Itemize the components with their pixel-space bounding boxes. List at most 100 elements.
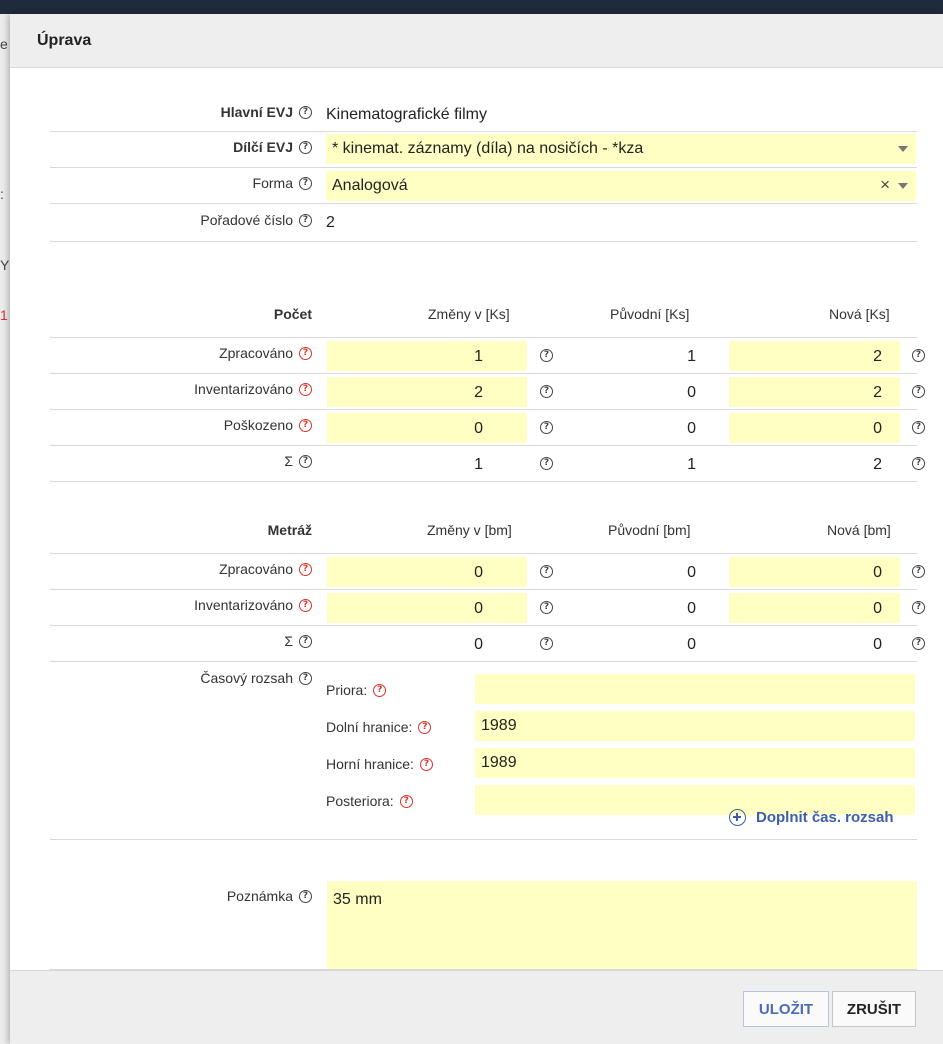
add-time-range-button[interactable]: Doplnit čas. rozsah [729, 809, 894, 826]
help-icon[interactable]: ? [912, 385, 925, 398]
help-icon[interactable]: ? [299, 889, 312, 903]
change-input[interactable] [327, 593, 527, 623]
label-text: Inventarizováno [194, 597, 293, 613]
help-icon[interactable]: ? [299, 418, 312, 432]
dilci-evj-select[interactable]: * kinemat. záznamy (díla) na nosičích - … [326, 134, 916, 164]
metraz-row-sum: Σ? 0 ? 0 0 ? [50, 626, 925, 662]
pocet-col-original: Původní [Ks] [610, 306, 690, 322]
help-icon[interactable]: ? [299, 105, 312, 119]
label-text: Posteriora: [326, 793, 394, 809]
label-text: Metráž [267, 522, 312, 538]
background-char: : [0, 186, 4, 202]
help-icon[interactable]: ? [419, 757, 433, 771]
change-value: 0 [474, 636, 483, 653]
new-value: 2 [873, 348, 882, 365]
posteriora-label: Posteriora:? [326, 793, 413, 809]
help-icon[interactable]: ? [299, 562, 312, 576]
change-value: 0 [474, 564, 483, 581]
chevron-down-icon[interactable] [898, 183, 908, 189]
dolni-hranice-label: Dolní hranice:? [326, 719, 432, 735]
row-label: Inventarizováno? [194, 381, 312, 397]
new-value: 2 [873, 456, 882, 473]
help-icon[interactable]: ? [299, 382, 312, 396]
label-text: Zpracováno [219, 561, 293, 577]
forma-selected-value: Analogová [332, 177, 408, 194]
help-icon[interactable]: ? [299, 176, 312, 190]
label-text: Poškozeno [223, 417, 293, 433]
change-value: 1 [474, 348, 483, 365]
help-icon[interactable]: ? [399, 794, 413, 808]
metraz-col-changes: Změny v [bm] [427, 522, 512, 538]
change-value: 0 [474, 600, 483, 617]
dolni-hranice-input[interactable]: 1989 [475, 711, 915, 741]
row-forma: Forma ? Analogová × [50, 168, 917, 204]
help-icon[interactable]: ? [540, 457, 553, 470]
original-value: 0 [687, 420, 696, 437]
help-icon[interactable]: ? [299, 454, 312, 468]
pocet-row-zpracovano: Zpracováno? 1 ? 1 2 ? [50, 338, 925, 374]
change-input[interactable] [327, 377, 527, 407]
row-hlavni-evj: Hlavní EVJ ? Kinematografické filmy [50, 98, 917, 132]
horni-hranice-label: Horní hranice:? [326, 756, 433, 772]
horni-hranice-input[interactable]: 1989 [475, 748, 915, 778]
help-icon[interactable]: ? [299, 634, 312, 648]
background-char: e [0, 36, 8, 52]
help-icon[interactable]: ? [299, 671, 312, 685]
dialog-header: Úprava [10, 14, 943, 68]
change-input[interactable] [327, 341, 527, 371]
label-text: Dílčí EVJ [233, 139, 293, 155]
new-value: 2 [873, 384, 882, 401]
help-icon[interactable]: ? [540, 421, 553, 434]
metraz-header-row: Metráž Změny v [bm] Původní [bm] Nová [b… [50, 518, 917, 554]
change-input[interactable] [327, 413, 527, 443]
row-label: Poškozeno? [224, 417, 312, 433]
help-icon[interactable]: ? [912, 601, 925, 614]
new-value: 0 [873, 600, 882, 617]
label-text: Hlavní EVJ [220, 104, 293, 120]
change-value: 0 [474, 420, 483, 437]
change-input[interactable] [327, 557, 527, 587]
help-icon[interactable]: ? [418, 720, 432, 734]
hlavni-evj-value: Kinematografické filmy [326, 106, 487, 123]
help-icon[interactable]: ? [912, 565, 925, 578]
help-icon[interactable]: ? [540, 349, 553, 362]
pocet-col-changes: Změny v [Ks] [428, 306, 510, 322]
original-value: 0 [687, 636, 696, 653]
label-text: Forma [252, 175, 293, 191]
original-value: 0 [687, 564, 696, 581]
priora-input[interactable] [475, 674, 915, 704]
poradove-cislo-label: Pořadové číslo ? [200, 212, 312, 228]
forma-select[interactable]: Analogová × [326, 171, 916, 201]
help-icon[interactable]: ? [299, 346, 312, 360]
chevron-down-icon[interactable] [898, 146, 908, 152]
label-text: Počet [273, 306, 312, 322]
background-char: Y [0, 257, 10, 273]
poradove-cislo-value: 2 [326, 214, 335, 231]
help-icon[interactable]: ? [912, 421, 925, 434]
help-icon[interactable]: ? [540, 385, 553, 398]
new-value: 0 [873, 564, 882, 581]
clear-icon[interactable]: × [880, 175, 890, 195]
help-icon[interactable]: ? [912, 349, 925, 362]
label-text: Dolní hranice: [326, 719, 413, 735]
help-icon[interactable]: ? [540, 565, 553, 578]
background-left-strip: e : Y 1 [0, 14, 10, 1044]
row-dilci-evj: Dílčí EVJ ? * kinemat. záznamy (díla) na… [50, 132, 917, 168]
cancel-button[interactable]: ZRUŠIT [832, 991, 916, 1027]
background-char: 1 [0, 307, 8, 323]
help-icon[interactable]: ? [912, 637, 925, 650]
help-icon[interactable]: ? [912, 457, 925, 470]
help-icon[interactable]: ? [540, 637, 553, 650]
help-icon[interactable]: ? [540, 601, 553, 614]
help-icon[interactable]: ? [299, 598, 312, 612]
poznamka-textarea[interactable]: 35 mm [327, 881, 917, 969]
save-button[interactable]: ULOŽIT [743, 991, 829, 1027]
sum-symbol: Σ [284, 633, 293, 649]
metraz-col-original: Původní [bm] [608, 522, 691, 538]
pocet-row-sum: Σ? 1 ? 1 2 ? [50, 446, 925, 482]
help-icon[interactable]: ? [299, 213, 312, 227]
row-label: Zpracováno? [219, 345, 312, 361]
help-icon[interactable]: ? [373, 683, 387, 697]
pocet-row-inventarizovano: Inventarizováno? 2 ? 0 2 ? [50, 374, 925, 410]
help-icon[interactable]: ? [299, 140, 312, 154]
